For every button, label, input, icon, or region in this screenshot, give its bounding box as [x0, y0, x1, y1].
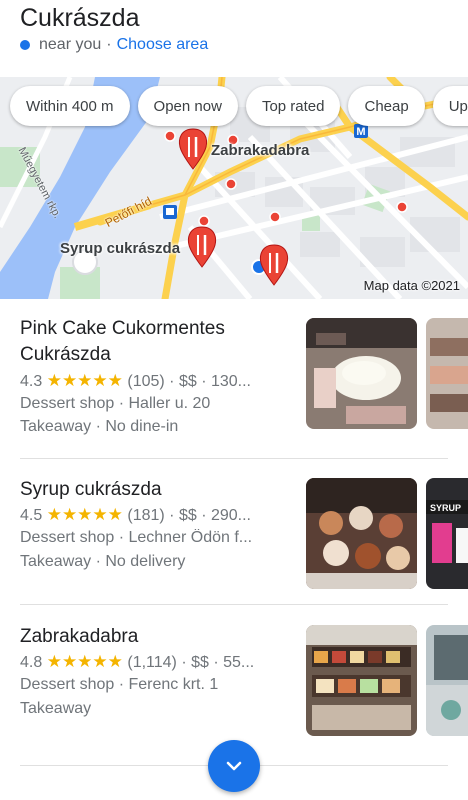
rating-value: 4.8: [20, 654, 43, 671]
star-rating-icon: ★★★★★: [46, 371, 123, 390]
review-count: (1,114): [127, 654, 177, 671]
star-rating-icon: ★★★★★: [46, 505, 123, 524]
result-service: Takeaway: [20, 700, 92, 717]
chevron-down-icon: [226, 761, 242, 771]
result-name[interactable]: Zabrakadabra: [20, 624, 290, 650]
review-count: (105): [127, 373, 165, 390]
filter-chips: Within 400 m Open now Top rated Cheap Up…: [10, 86, 468, 126]
divider: [20, 604, 448, 605]
location-row: near you · Choose area: [20, 36, 208, 54]
location-dot-icon: [20, 40, 30, 50]
map-label-syrup: Syrup cukrászda: [60, 240, 181, 257]
map-label-zabrakadabra: Zabrakadabra: [211, 142, 310, 159]
review-count: (181): [127, 507, 165, 524]
map-credit: Map data ©2021: [363, 278, 460, 293]
price-distance: · $$ · 55...: [181, 654, 255, 671]
result-photo[interactable]: [426, 318, 468, 429]
result-rating-line: 4.5 ★★★★★ (181) · $$ · 290...: [20, 505, 285, 525]
rating-value: 4.3: [20, 373, 43, 390]
star-rating-icon: ★★★★★: [46, 652, 123, 671]
result-rating-line: 4.3 ★★★★★ (105) · $$ · 130...: [20, 371, 285, 391]
filter-chip-within-400m[interactable]: Within 400 m: [10, 86, 130, 126]
result-category: Dessert shop · Ferenc krt. 1: [20, 676, 219, 693]
filter-chip-cheap[interactable]: Cheap: [348, 86, 425, 126]
filter-chip-ups[interactable]: Ups: [432, 86, 468, 126]
metro-badge: M: [356, 126, 365, 138]
syrup-sign: SYRUP: [430, 503, 461, 513]
choose-area-link[interactable]: Choose area: [117, 36, 209, 54]
location-separator: ·: [106, 36, 112, 53]
price-distance: · $$ · 130...: [169, 373, 251, 390]
location-text: near you: [39, 36, 102, 53]
result-service: Takeaway · No delivery: [20, 553, 186, 570]
result-photo[interactable]: [306, 625, 417, 736]
filter-chip-open-now[interactable]: Open now: [137, 86, 238, 126]
result-photo[interactable]: [306, 318, 417, 429]
page-title: Cukrászda: [20, 4, 140, 32]
price-distance: · $$ · 290...: [169, 507, 251, 524]
result-category: Dessert shop · Haller u. 20: [20, 395, 211, 412]
result-photo[interactable]: [426, 625, 468, 736]
divider: [20, 458, 448, 459]
rating-value: 4.5: [20, 507, 43, 524]
result-name[interactable]: Syrup cukrászda: [20, 477, 290, 503]
result-name[interactable]: Pink Cake Cukormentes Cukrászda: [20, 316, 290, 368]
result-category: Dessert shop · Lechner Ödön f...: [20, 529, 253, 546]
result-photo[interactable]: [306, 478, 417, 589]
filter-chip-top-rated[interactable]: Top rated: [245, 86, 341, 126]
expand-results-button[interactable]: [208, 740, 260, 792]
result-service: Takeaway · No dine-in: [20, 418, 179, 435]
result-rating-line: 4.8 ★★★★★ (1,114) · $$ · 55...: [20, 652, 285, 672]
result-photo[interactable]: SYRUP: [426, 478, 468, 589]
